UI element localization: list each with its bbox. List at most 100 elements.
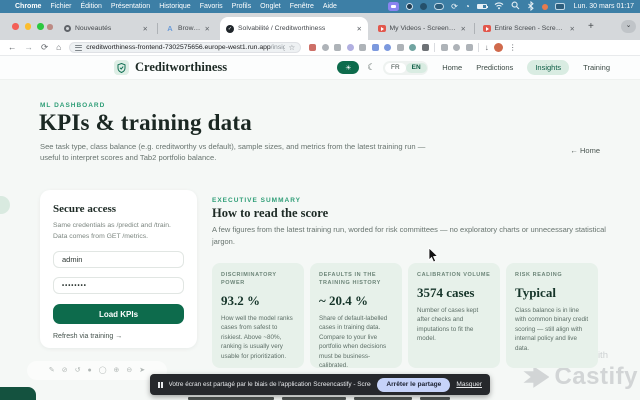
display-switch-icon[interactable] — [434, 3, 444, 10]
extension-icon[interactable] — [384, 44, 391, 51]
browser-toolbar: ← → ⟳ ⌂ creditworthiness-frontend-730257… — [0, 40, 640, 56]
pinned-tab-favicon[interactable] — [47, 24, 53, 30]
circle-tool-icon[interactable]: ◯ — [99, 367, 107, 374]
tab-browser[interactable]: A Browser ✕ — [160, 17, 216, 40]
toolbar-separator — [434, 43, 435, 52]
notification-dot-icon[interactable] — [542, 4, 548, 10]
zoom-out-icon[interactable]: ⊖ — [126, 367, 132, 374]
search-icon[interactable] — [511, 1, 520, 12]
extension-icon[interactable] — [309, 44, 316, 51]
extension-icon[interactable] — [347, 44, 354, 51]
shield-icon[interactable] — [406, 3, 413, 10]
close-tab-icon[interactable]: ✕ — [143, 25, 148, 33]
address-bar[interactable]: creditworthiness-frontend-7302575656.eur… — [69, 42, 301, 53]
tab-separator — [157, 23, 158, 34]
tab-my-videos[interactable]: My Videos - Screencastify ✕ — [372, 17, 472, 40]
chrome-menu-icon[interactable]: ⋮ — [509, 43, 517, 52]
extension-icon[interactable] — [422, 44, 429, 51]
screen-record-indicator-icon[interactable] — [388, 2, 399, 11]
back-home-link[interactable]: ← Home — [570, 146, 600, 155]
tab-nouveautes[interactable]: Nouveautés ✕ — [58, 17, 154, 40]
dot-tool-icon[interactable]: ● — [87, 367, 91, 374]
menu-onglet[interactable]: Onglet — [260, 3, 281, 10]
undo-icon[interactable]: ↺ — [75, 367, 81, 374]
gear-favicon-icon — [64, 25, 71, 32]
forward-button[interactable]: → — [25, 43, 34, 52]
extension-icon[interactable] — [334, 44, 341, 51]
wifi-icon[interactable] — [494, 1, 504, 12]
kpi-label: DISCRIMINATORY POWER — [221, 272, 295, 288]
user-toggle-icon[interactable] — [420, 3, 427, 10]
zoom-window-button[interactable] — [37, 23, 44, 30]
extension-icon[interactable] — [409, 44, 416, 51]
bookmark-star-icon[interactable]: ☆ — [289, 43, 296, 52]
nav-insights-active[interactable]: Insights — [527, 60, 569, 75]
close-tab-icon[interactable]: ✕ — [205, 25, 210, 33]
nav-home[interactable]: Home — [442, 63, 462, 72]
lang-fr-button[interactable]: FR — [385, 63, 406, 73]
sun-icon: ☀ — [345, 64, 351, 72]
battery-icon[interactable] — [477, 4, 487, 9]
password-field[interactable] — [53, 277, 184, 294]
menu-historique[interactable]: Historique — [159, 3, 191, 10]
close-tab-icon[interactable]: ✕ — [357, 25, 362, 33]
nav-predictions[interactable]: Predictions — [476, 63, 513, 72]
theme-light-toggle[interactable]: ☀ — [337, 61, 359, 74]
menu-chrome[interactable]: Chrome — [15, 3, 41, 10]
new-tab-button[interactable]: + — [588, 21, 594, 32]
menu-favoris[interactable]: Favoris — [200, 3, 223, 10]
extension-icon[interactable] — [397, 44, 404, 51]
shield-check-icon — [117, 63, 126, 73]
main-nav: Home Predictions Insights Training — [442, 60, 610, 75]
close-tab-icon[interactable]: ✕ — [461, 25, 466, 33]
menu-fenetre[interactable]: Fenêtre — [290, 3, 314, 10]
browser-a-favicon-icon: A — [166, 25, 174, 33]
pen-icon[interactable]: ✎ — [49, 367, 55, 374]
extension-icon[interactable] — [466, 44, 473, 51]
screen-mirroring-icon[interactable] — [555, 3, 565, 10]
username-field[interactable] — [53, 251, 184, 268]
stop-sharing-button[interactable]: Arrêter le partage — [377, 378, 450, 392]
secure-access-title: Secure access — [53, 203, 184, 215]
menu-presentation[interactable]: Présentation — [111, 3, 150, 10]
moon-icon[interactable]: ☾ — [367, 62, 375, 73]
menu-profils[interactable]: Profils — [232, 3, 251, 10]
nav-training[interactable]: Training — [583, 63, 610, 72]
close-tab-icon[interactable]: ✕ — [570, 25, 575, 33]
load-kpis-button[interactable]: Load KPIs — [53, 304, 184, 324]
minimize-window-button[interactable] — [25, 23, 32, 30]
menu-fichier[interactable]: Fichier — [50, 3, 71, 10]
refresh-via-training-link[interactable]: Refresh via training → — [53, 333, 184, 340]
extensions-row: ↓ ⋮ — [309, 43, 517, 52]
kpi-text: Share of default-labelled cases in train… — [319, 314, 393, 371]
kpi-card-discriminatory-power: DISCRIMINATORY POWER 93.2 % How well the… — [212, 263, 304, 368]
user-circle-icon[interactable]: ◔ — [465, 2, 470, 11]
eraser-icon[interactable]: ⊘ — [62, 367, 68, 374]
extension-icon[interactable] — [441, 44, 448, 51]
hide-banner-link[interactable]: Masquer — [456, 381, 482, 388]
close-window-button[interactable] — [12, 23, 19, 30]
reload-button[interactable]: ⟳ — [41, 43, 48, 52]
tab-creditworthiness-active[interactable]: ✓ Solvabilité / Creditworthiness ✕ — [220, 17, 368, 40]
tab-search-chevron-button[interactable]: ⌄ — [621, 20, 636, 33]
home-button[interactable]: ⌂ — [56, 43, 61, 52]
lang-en-button[interactable]: EN — [406, 63, 427, 73]
menu-aide[interactable]: Aide — [323, 3, 337, 10]
back-button[interactable]: ← — [8, 43, 17, 52]
sync-icon[interactable]: ⟳ — [451, 2, 458, 11]
site-info-icon[interactable] — [75, 45, 82, 51]
extension-icon[interactable] — [453, 44, 460, 51]
tab-entire-screen[interactable]: Entire Screen - Screencastify ✕ — [477, 17, 581, 40]
extension-icon[interactable] — [322, 44, 329, 51]
download-icon[interactable]: ↓ — [485, 43, 489, 52]
brand-block[interactable]: Creditworthiness — [114, 60, 227, 75]
menubar-clock[interactable]: Lun. 30 mars 01:17 — [574, 3, 634, 10]
pointer-icon[interactable]: ➤ — [139, 367, 145, 374]
menu-edition[interactable]: Édition — [80, 3, 101, 10]
extension-icon[interactable] — [372, 44, 379, 51]
bluetooth-icon[interactable] — [527, 1, 535, 13]
extension-icon[interactable] — [359, 44, 366, 51]
tab-title: Nouveautés — [75, 25, 139, 32]
profile-avatar[interactable] — [494, 43, 503, 52]
zoom-in-icon[interactable]: ⊕ — [114, 367, 120, 374]
